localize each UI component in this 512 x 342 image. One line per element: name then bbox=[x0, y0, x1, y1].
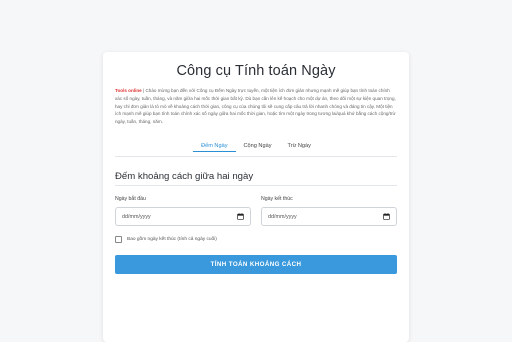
mode-tabs: Đếm Ngày Cộng Ngày Trừ Ngày bbox=[115, 140, 397, 157]
calculator-card: Công cụ Tính toán Ngày Tools online | Ch… bbox=[103, 52, 409, 342]
section-title: Đếm khoảng cách giữa hai ngày bbox=[115, 171, 254, 182]
calendar-icon[interactable] bbox=[383, 213, 390, 220]
calculate-button[interactable]: TÍNH TOÁN KHOẢNG CÁCH bbox=[115, 255, 397, 274]
page-title: Công cụ Tính toán Ngày bbox=[176, 63, 336, 79]
include-end-date-checkbox[interactable] bbox=[115, 236, 122, 243]
tab-subtract-days[interactable]: Trừ Ngày bbox=[280, 140, 319, 152]
end-date-label: Ngày kết thúc bbox=[261, 196, 293, 202]
tab-count-days[interactable]: Đếm Ngày bbox=[193, 140, 236, 152]
intro-text: | Chào mừng bạn đến với Công cụ Đếm Ngày… bbox=[115, 88, 396, 125]
start-date-input[interactable]: dd/mm/yyyy bbox=[115, 207, 251, 226]
include-end-date-label[interactable]: Bao gồm ngày kết thúc (tính cả ngày cuối… bbox=[127, 236, 217, 243]
intro-brand: Tools online bbox=[115, 88, 142, 93]
intro-paragraph: Tools online | Chào mừng bạn đến với Côn… bbox=[115, 87, 397, 126]
calendar-icon[interactable] bbox=[237, 213, 244, 220]
end-date-input[interactable]: dd/mm/yyyy bbox=[261, 207, 397, 226]
start-date-placeholder: dd/mm/yyyy bbox=[122, 213, 151, 220]
tab-add-days[interactable]: Cộng Ngày bbox=[236, 140, 280, 152]
start-date-label: Ngày bắt đầu bbox=[115, 196, 146, 202]
end-date-placeholder: dd/mm/yyyy bbox=[268, 213, 297, 220]
divider bbox=[115, 185, 397, 186]
